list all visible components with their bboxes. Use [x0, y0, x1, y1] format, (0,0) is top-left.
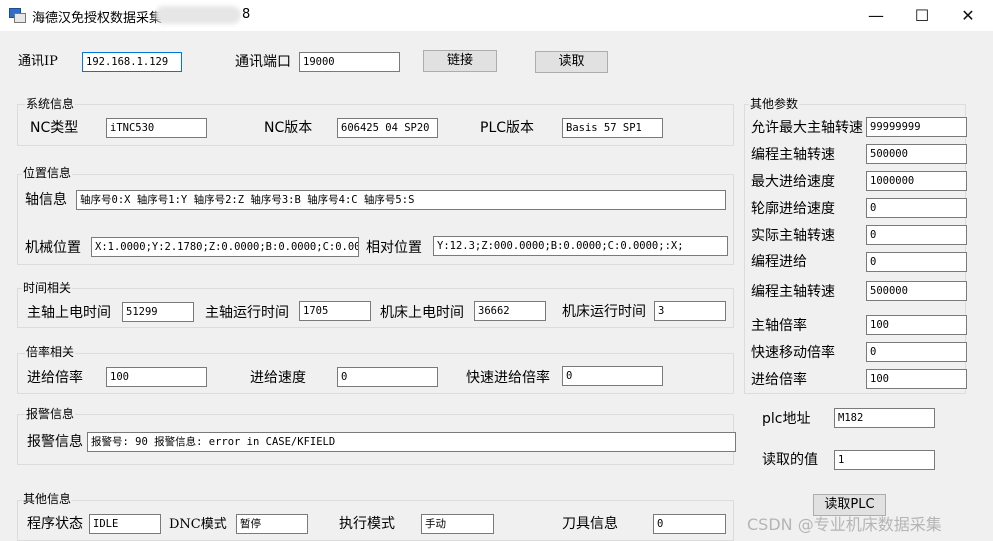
plc-address-label: plc地址	[762, 411, 811, 427]
plc-version-label: PLC版本	[480, 120, 535, 136]
param-field-contour-feed-speed[interactable]: 0	[866, 198, 967, 218]
spindle-power-time-label: 主轴上电时间	[27, 305, 111, 321]
minimize-button[interactable]: —	[853, 0, 899, 31]
close-button[interactable]: ✕	[945, 0, 991, 31]
program-state-label: 程序状态	[27, 516, 83, 532]
param-field-max-spindle-speed[interactable]: 99999999	[866, 117, 967, 137]
param-field-max-feed-speed[interactable]: 1000000	[866, 171, 967, 191]
port-label: 通讯端口	[235, 54, 291, 70]
maximize-button[interactable]: ☐	[899, 0, 945, 31]
ip-label: 通讯IP	[18, 54, 58, 69]
param-field-spindle-override[interactable]: 100	[866, 315, 967, 335]
machine-run-time-field[interactable]: 3	[654, 301, 726, 321]
plc-address-field[interactable]: M182	[834, 408, 935, 428]
relative-position-field[interactable]: Y:12.3;Z:000.0000;B:0.0000;C:0.0000;:X;	[433, 236, 728, 256]
position-info-title: 位置信息	[22, 166, 73, 180]
machine-run-time-label: 机床运行时间	[562, 304, 646, 320]
spindle-run-time-label: 主轴运行时间	[205, 305, 289, 321]
dnc-mode-field[interactable]: 暂停	[236, 514, 308, 534]
watermark: CSDN @专业机床数据采集	[747, 515, 942, 534]
machine-position-label: 机械位置	[25, 240, 81, 256]
nc-version-label: NC版本	[264, 120, 313, 136]
program-state-field[interactable]: IDLE	[89, 514, 161, 534]
param-label-max-spindle-speed: 允许最大主轴转速	[751, 120, 863, 136]
param-field-programmed-feed[interactable]: 0	[866, 252, 967, 272]
dnc-mode-label: DNC模式	[169, 517, 227, 532]
alarm-info-label: 报警信息	[27, 434, 83, 450]
window-title: 海德汉免授权数据采集	[32, 11, 163, 26]
param-label-contour-feed-speed: 轮廓进给速度	[751, 201, 835, 217]
title-bar: 海德汉免授权数据采集 8 — ☐ ✕	[0, 0, 993, 31]
param-label-rapid-override: 快速移动倍率	[751, 345, 835, 361]
param-field-feed-override[interactable]: 100	[866, 369, 967, 389]
rapid-override-field[interactable]: 0	[562, 366, 663, 386]
system-info-title: 系统信息	[25, 97, 76, 111]
param-field-programmed-spindle-speed-2[interactable]: 500000	[866, 281, 967, 301]
param-label-feed-override: 进给倍率	[751, 372, 807, 388]
param-field-rapid-override[interactable]: 0	[866, 342, 967, 362]
feed-override-label: 进给倍率	[27, 370, 83, 386]
tool-info-field[interactable]: 0	[653, 514, 726, 534]
app-icon	[9, 8, 26, 23]
param-label-programmed-feed: 编程进给	[751, 254, 807, 270]
param-label-programmed-spindle-speed: 编程主轴转速	[751, 147, 835, 163]
machine-power-time-field[interactable]: 36662	[474, 301, 546, 321]
exec-mode-label: 执行模式	[339, 516, 395, 532]
connect-button[interactable]: 链接	[423, 50, 497, 72]
rapid-override-label: 快速进给倍率	[466, 370, 550, 386]
time-info-title: 时间相关	[22, 281, 73, 295]
rate-info-title: 倍率相关	[25, 345, 76, 359]
param-label-actual-spindle-speed: 实际主轴转速	[751, 228, 835, 244]
spindle-power-time-field[interactable]: 51299	[122, 302, 194, 322]
param-label-spindle-override: 主轴倍率	[751, 318, 807, 334]
param-field-programmed-spindle-speed[interactable]: 500000	[866, 144, 967, 164]
plc-read-value-label: 读取的值	[762, 452, 818, 468]
other-params-title: 其他参数	[749, 97, 800, 111]
read-button[interactable]: 读取	[535, 51, 608, 73]
param-label-programmed-spindle-speed-2: 编程主轴转速	[751, 284, 835, 300]
spindle-run-time-field[interactable]: 1705	[299, 301, 371, 321]
feed-override-field[interactable]: 100	[106, 367, 207, 387]
feed-speed-field[interactable]: 0	[337, 367, 438, 387]
param-field-actual-spindle-speed[interactable]: 0	[866, 225, 967, 245]
redacted-title-area	[155, 6, 241, 24]
relative-position-label: 相对位置	[366, 240, 422, 256]
machine-power-time-label: 机床上电时间	[380, 305, 464, 321]
other-info-title: 其他信息	[22, 492, 73, 506]
nc-type-label: NC类型	[30, 120, 79, 136]
tool-info-label: 刀具信息	[562, 516, 618, 532]
window-title-suffix: 8	[242, 7, 251, 22]
param-label-max-feed-speed: 最大进给速度	[751, 174, 835, 190]
plc-version-field[interactable]: Basis 57 SP1	[562, 118, 663, 138]
alarm-info-field[interactable]: 报警号: 90 报警信息: error in CASE/KFIELD	[87, 432, 736, 452]
machine-position-field[interactable]: X:1.0000;Y:2.1780;Z:0.0000;B:0.0000;C:0.…	[91, 237, 359, 257]
axis-info-field[interactable]: 轴序号0:X 轴序号1:Y 轴序号2:Z 轴序号3:B 轴序号4:C 轴序号5:…	[76, 190, 726, 210]
port-input[interactable]: 19000	[299, 52, 400, 72]
nc-type-field[interactable]: iTNC530	[106, 118, 207, 138]
axis-info-label: 轴信息	[25, 192, 67, 208]
plc-read-value-field[interactable]: 1	[834, 450, 935, 470]
exec-mode-field[interactable]: 手动	[421, 514, 494, 534]
nc-version-field[interactable]: 606425 04 SP20	[337, 118, 438, 138]
feed-speed-label: 进给速度	[250, 370, 306, 386]
alarm-info-title: 报警信息	[25, 407, 76, 421]
ip-input[interactable]: 192.168.1.129	[82, 52, 182, 72]
